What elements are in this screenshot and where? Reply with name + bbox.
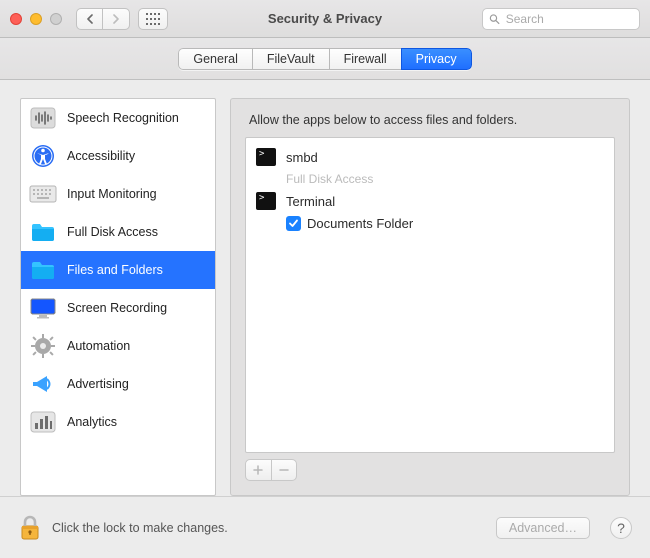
tab-firewall[interactable]: Firewall [329, 48, 401, 70]
check-icon [288, 218, 299, 229]
gear-icon [29, 333, 57, 359]
remove-app-button [272, 460, 297, 480]
sidebar-item-label: Screen Recording [67, 301, 167, 315]
sidebar-item-label: Files and Folders [67, 263, 163, 277]
chevron-left-icon [86, 14, 94, 24]
lock-icon[interactable] [18, 514, 42, 542]
tab-privacy[interactable]: Privacy [401, 48, 472, 70]
sidebar-item-label: Speech Recognition [67, 111, 179, 125]
chevron-right-icon [112, 14, 120, 24]
terminal-icon [256, 192, 276, 210]
lock-hint-text: Click the lock to make changes. [52, 521, 228, 535]
plus-icon [253, 465, 263, 475]
grid-icon [146, 13, 160, 25]
help-button[interactable]: ? [610, 517, 632, 539]
folder-icon [29, 219, 57, 245]
sidebar-item-advertising[interactable]: Advertising [21, 365, 215, 403]
content-description: Allow the apps below to access files and… [249, 113, 615, 127]
advanced-button: Advanced… [496, 517, 590, 539]
folder-icon [29, 257, 57, 283]
tab-general[interactable]: General [178, 48, 251, 70]
sidebar-item-full-disk-access[interactable]: Full Disk Access [21, 213, 215, 251]
sidebar-item-automation[interactable]: Automation [21, 327, 215, 365]
chart-icon [29, 409, 57, 435]
sidebar-item-label: Input Monitoring [67, 187, 157, 201]
minus-icon [279, 465, 289, 475]
megaphone-icon [29, 371, 57, 397]
terminal-icon [256, 148, 276, 166]
search-input[interactable] [504, 11, 633, 27]
sidebar-item-label: Analytics [67, 415, 117, 429]
sidebar-item-input-monitoring[interactable]: Input Monitoring [21, 175, 215, 213]
window-minimize-button[interactable] [30, 13, 42, 25]
question-icon: ? [617, 520, 625, 536]
app-subtext: Full Disk Access [256, 168, 604, 190]
nav-back-button[interactable] [77, 9, 103, 29]
show-all-prefs-button[interactable] [138, 8, 168, 30]
permission-row-documents-folder[interactable]: Documents Folder [256, 212, 604, 234]
permission-checkbox[interactable] [286, 216, 301, 231]
nav-forward-button[interactable] [103, 9, 129, 29]
sidebar-item-analytics[interactable]: Analytics [21, 403, 215, 441]
sidebar-item-accessibility[interactable]: Accessibility [21, 137, 215, 175]
keyboard-icon [29, 181, 57, 207]
window-close-button[interactable] [10, 13, 22, 25]
sidebar-item-screen-recording[interactable]: Screen Recording [21, 289, 215, 327]
sidebar-item-label: Automation [67, 339, 130, 353]
sidebar-item-label: Accessibility [67, 149, 135, 163]
sidebar-item-label: Advertising [67, 377, 129, 391]
window-zoom-button [50, 13, 62, 25]
content-pane: Allow the apps below to access files and… [230, 98, 630, 496]
accessibility-icon [29, 143, 57, 169]
waveform-icon [29, 105, 57, 131]
add-app-button [246, 460, 272, 480]
app-permission-list[interactable]: smbd Full Disk Access Terminal Documents… [245, 137, 615, 453]
display-icon [29, 295, 57, 321]
permission-label: Documents Folder [307, 216, 413, 231]
sidebar-item-files-and-folders[interactable]: Files and Folders [21, 251, 215, 289]
tab-filevault[interactable]: FileVault [252, 48, 329, 70]
sidebar-item-speech-recognition[interactable]: Speech Recognition [21, 99, 215, 137]
app-name: smbd [286, 150, 318, 165]
tabs-segmented-control: General FileVault Firewall Privacy [178, 48, 471, 70]
app-row-terminal[interactable]: Terminal [256, 190, 604, 212]
privacy-category-list[interactable]: Speech Recognition Accessibility Input M… [20, 98, 216, 496]
search-icon [489, 13, 500, 25]
sidebar-item-label: Full Disk Access [67, 225, 158, 239]
app-row-smbd[interactable]: smbd [256, 146, 604, 168]
app-name: Terminal [286, 194, 335, 209]
